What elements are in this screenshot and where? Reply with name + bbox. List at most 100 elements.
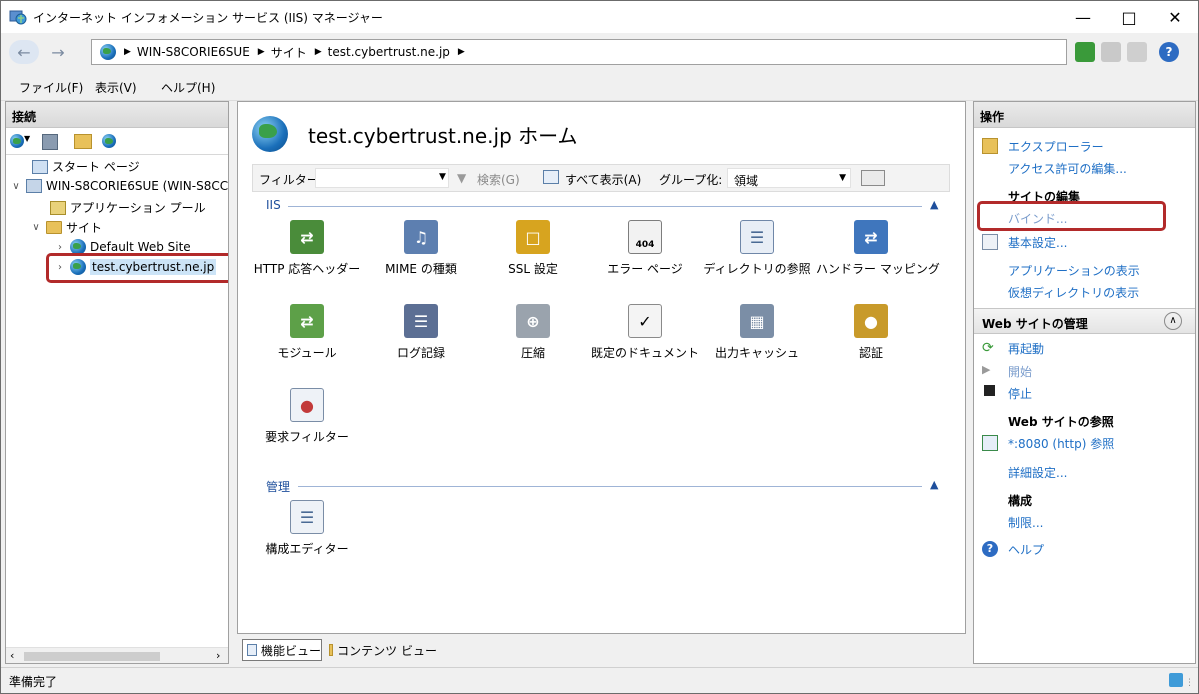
tab-content-view[interactable]: コンテンツ ビュー	[327, 639, 437, 661]
menu-help[interactable]: ヘルプ(H)	[161, 79, 215, 96]
action-advanced-settings[interactable]: 詳細設定...	[1008, 464, 1067, 481]
resize-grip-icon[interactable]: ⋮	[1185, 678, 1194, 688]
modules-icon: ⇄	[290, 304, 324, 338]
action-stop[interactable]: 停止	[1008, 385, 1032, 402]
action-restart[interactable]: 再起動	[1008, 340, 1044, 357]
show-all-button[interactable]: すべて表示(A)	[565, 171, 641, 188]
chevron-right-icon: ▶	[457, 47, 465, 57]
breadcrumb-sites[interactable]: サイト	[271, 44, 307, 61]
app-pool-icon	[50, 200, 66, 215]
breadcrumb-server[interactable]: WIN-S8CORIE6SUE	[137, 45, 250, 59]
action-limits[interactable]: 制限...	[1008, 514, 1043, 531]
feature-ssl[interactable]: □ SSL 設定	[478, 220, 588, 277]
view-mode-icon[interactable]	[861, 170, 885, 186]
forward-button[interactable]: →	[43, 40, 73, 64]
iis-manager-window: インターネット インフォメーション サービス (IIS) マネージャー — □ …	[0, 0, 1199, 694]
group-select[interactable]: 領域 ▼	[727, 168, 851, 188]
refresh-icon[interactable]	[1075, 42, 1095, 62]
group-label: グループ化:	[659, 173, 723, 187]
disconnect-icon[interactable]	[102, 134, 120, 150]
up-folder-icon[interactable]	[74, 134, 92, 149]
search-button[interactable]: 検索(G)	[477, 171, 520, 188]
tree-item-server[interactable]: ∨ WIN-S8CORIE6SUE (WIN-S8CC	[10, 179, 228, 193]
chevron-down-icon[interactable]: ∨	[10, 181, 22, 192]
action-start[interactable]: 開始	[1008, 363, 1032, 380]
show-all-icon[interactable]	[543, 170, 559, 184]
feature-http-headers[interactable]: ⇄ HTTP 応答ヘッダー	[252, 220, 362, 277]
basic-settings-icon	[982, 234, 998, 250]
maximize-button[interactable]: □	[1106, 1, 1152, 33]
action-help[interactable]: ヘルプ	[1008, 541, 1044, 558]
chevron-down-icon[interactable]: ∨	[30, 222, 42, 233]
search-icon[interactable]: ▼	[457, 171, 466, 185]
scroll-thumb[interactable]	[24, 652, 160, 661]
page-title: test.cybertrust.ne.jp ホーム	[308, 124, 578, 148]
help-icon[interactable]: ?	[1159, 42, 1179, 62]
breadcrumb-site[interactable]: test.cybertrust.ne.jp	[328, 45, 450, 59]
feature-pane: test.cybertrust.ne.jp ホーム フィルター: ▼ ▼ 検索(…	[237, 101, 966, 634]
feature-logging[interactable]: ☰ ログ記録	[366, 304, 476, 361]
save-icon[interactable]	[42, 134, 58, 150]
tab-features-view[interactable]: 機能ビュー	[242, 639, 322, 661]
globe-icon	[100, 44, 116, 60]
tree-label: スタート ページ	[52, 160, 140, 174]
action-view-applications[interactable]: アプリケーションの表示	[1008, 262, 1140, 279]
action-basic-settings[interactable]: 基本設定...	[1008, 234, 1067, 251]
horizontal-scrollbar[interactable]: ‹ ›	[6, 647, 228, 663]
feature-default-document[interactable]: ✓ 既定のドキュメント	[590, 304, 700, 361]
feature-directory-browsing[interactable]: ☰ ディレクトリの参照	[702, 220, 812, 277]
folder-icon	[46, 221, 62, 234]
filter-dropdown-icon[interactable]: ▼	[439, 172, 446, 182]
close-button[interactable]: ✕	[1152, 1, 1198, 33]
section-divider	[288, 206, 922, 207]
browse-site-heading: Web サイトの参照	[1008, 415, 1114, 429]
menu-file[interactable]: ファイル(F)	[19, 79, 83, 96]
scroll-left-icon[interactable]: ‹	[10, 649, 14, 662]
explore-icon	[982, 138, 998, 154]
feature-config-editor[interactable]: ☰ 構成エディター	[252, 500, 362, 557]
feature-error-pages[interactable]: 404 エラー ページ	[590, 220, 700, 277]
connections-header: 接続	[6, 102, 228, 128]
title-bar: インターネット インフォメーション サービス (IIS) マネージャー — □ …	[1, 1, 1198, 33]
status-server-icon	[1169, 673, 1183, 687]
action-edit-permissions[interactable]: アクセス許可の編集...	[1008, 160, 1127, 177]
feature-output-caching[interactable]: ▦ 出力キャッシュ	[702, 304, 812, 361]
navigation-bar: ← → ▶ WIN-S8CORIE6SUE ▶ サイト ▶ test.cyber…	[1, 33, 1198, 71]
minimize-button[interactable]: —	[1060, 1, 1106, 33]
status-text: 準備完了	[9, 675, 58, 689]
collapse-mgmt-icon[interactable]: ▲	[930, 478, 938, 491]
output-caching-icon: ▦	[740, 304, 774, 338]
connect-icon[interactable]: ▼	[10, 134, 36, 150]
home-icon[interactable]	[1127, 42, 1147, 62]
tree-item-sites[interactable]: ∨ サイト	[30, 219, 102, 236]
feature-mime-types[interactable]: ♫ MIME の種類	[366, 220, 476, 277]
feature-compression[interactable]: ⊕ 圧縮	[478, 304, 588, 361]
filter-input[interactable]	[315, 168, 449, 188]
chevron-right-icon[interactable]: ›	[54, 242, 66, 253]
stop-icon[interactable]	[1101, 42, 1121, 62]
feature-request-filtering[interactable]: ● 要求フィルター	[252, 388, 362, 445]
tree-label: Default Web Site	[90, 240, 191, 254]
back-button[interactable]: ←	[9, 40, 39, 64]
tree-item-app-pools[interactable]: アプリケーション プール	[50, 199, 206, 216]
scroll-right-icon[interactable]: ›	[216, 649, 220, 662]
start-page-icon	[32, 159, 48, 174]
start-icon: ▶	[982, 363, 991, 376]
feature-modules[interactable]: ⇄ モジュール	[252, 304, 362, 361]
window-title: インターネット インフォメーション サービス (IIS) マネージャー	[33, 11, 383, 25]
action-browse[interactable]: *:8080 (http) 参照	[1008, 435, 1114, 452]
menu-view[interactable]: 表示(V)	[95, 79, 137, 96]
feature-authentication[interactable]: ● 認証	[816, 304, 926, 361]
error-pages-icon: 404	[628, 220, 662, 254]
tree-item-start-page[interactable]: スタート ページ	[32, 158, 140, 175]
directory-browsing-icon: ☰	[740, 220, 774, 254]
feature-handler-mappings[interactable]: ⇄ ハンドラー マッピング	[816, 220, 940, 277]
collapse-icon[interactable]: ∧	[1164, 312, 1182, 330]
tab-label: コンテンツ ビュー	[337, 643, 437, 658]
action-explore[interactable]: エクスプローラー	[1008, 138, 1104, 155]
collapse-iis-icon[interactable]: ▲	[930, 198, 938, 211]
address-bar[interactable]: ▶ WIN-S8CORIE6SUE ▶ サイト ▶ test.cybertrus…	[91, 39, 1067, 65]
chevron-down-icon: ▼	[839, 173, 846, 183]
restart-icon: ⟳	[982, 340, 994, 356]
action-view-virtual-dirs[interactable]: 仮想ディレクトリの表示	[1008, 284, 1139, 301]
